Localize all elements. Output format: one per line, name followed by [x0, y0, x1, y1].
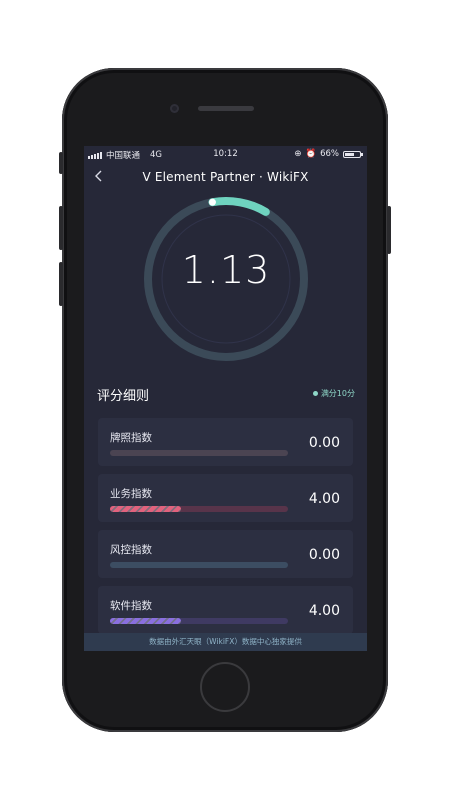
index-value: 0.00 — [308, 435, 340, 451]
index-label: 软件指数 — [110, 600, 152, 612]
index-value: 4.00 — [308, 603, 340, 619]
mute-switch — [59, 152, 63, 174]
volume-down-button[interactable] — [59, 262, 63, 306]
app-screen: 中国联通 4G 10:12 ⊕ ⏰ 66% V Element Partner … — [84, 146, 367, 651]
gauge-knob — [208, 198, 216, 206]
home-button[interactable] — [200, 662, 250, 712]
alarm-icon: ⏰ — [305, 149, 317, 159]
score-value: 1.13 — [181, 248, 271, 292]
lock-rotation-icon: ⊕ — [294, 149, 302, 159]
breakdown-title: 评分细则 — [97, 389, 150, 404]
index-bar-track — [110, 562, 288, 568]
battery-percent: 66% — [320, 149, 339, 159]
power-button[interactable] — [387, 206, 391, 254]
index-card-software[interactable]: 软件指数 4.00 — [98, 586, 353, 634]
front-camera — [170, 104, 179, 113]
gauge-progress-arc — [208, 197, 270, 216]
index-label: 业务指数 — [110, 488, 152, 500]
index-label: 牌照指数 — [110, 432, 152, 444]
index-card-risk-control[interactable]: 风控指数 0.00 — [98, 530, 353, 578]
battery-icon — [343, 150, 363, 158]
index-card-license[interactable]: 牌照指数 0.00 — [98, 418, 353, 466]
index-card-business[interactable]: 业务指数 4.00 — [98, 474, 353, 522]
index-value: 0.00 — [308, 547, 340, 563]
legend-text: 满分10分 — [320, 389, 355, 398]
page-title: V Element Partner · WikiFX — [142, 170, 309, 184]
index-bar-track — [110, 506, 288, 512]
max-score-legend: 满分10分 — [312, 388, 355, 399]
volume-up-button[interactable] — [59, 206, 63, 250]
earpiece-speaker — [198, 106, 254, 111]
status-bar: 中国联通 4G 10:12 ⊕ ⏰ 66% — [84, 146, 367, 162]
index-bar-fill — [110, 506, 182, 512]
index-bar-track — [110, 450, 288, 456]
index-value: 4.00 — [308, 491, 340, 507]
index-bar-track — [110, 618, 288, 624]
index-label: 风控指数 — [110, 544, 152, 556]
legend-dot-icon — [312, 391, 318, 396]
index-bar-fill — [110, 618, 182, 624]
data-source-footer: 数据由外汇天眼（WikiFX）数据中心独家提供 — [84, 633, 367, 651]
